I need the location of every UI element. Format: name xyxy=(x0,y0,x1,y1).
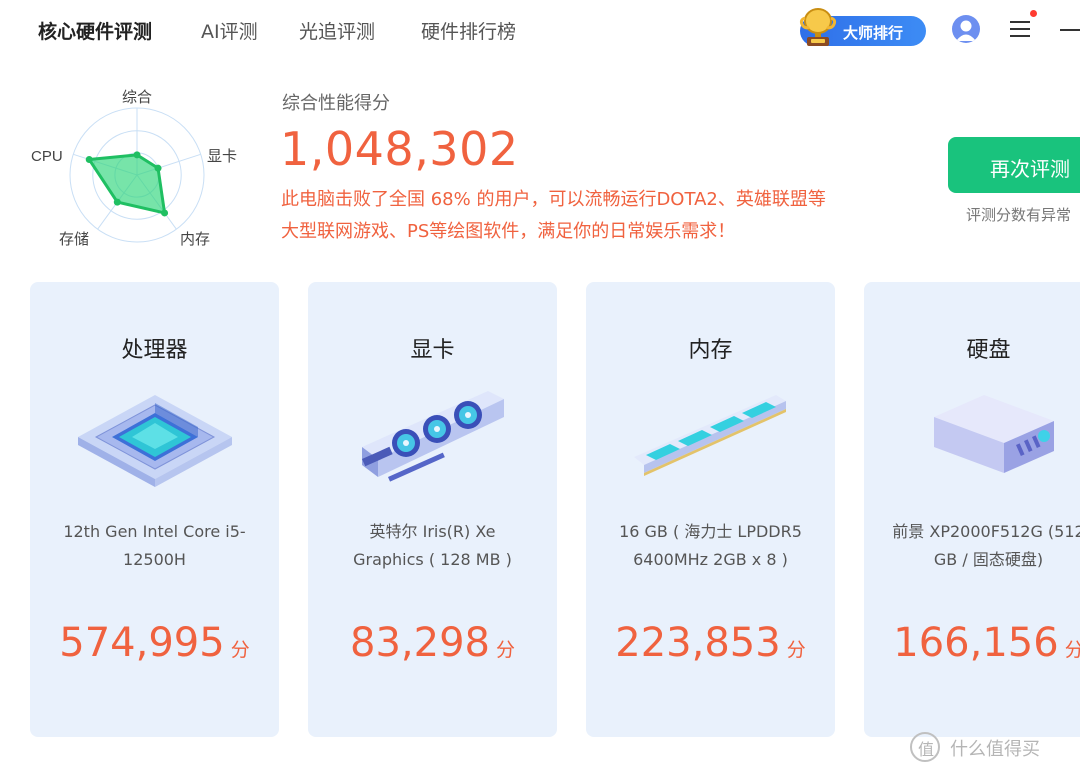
card-score-value: 166,156 xyxy=(893,620,1059,666)
notification-dot-icon xyxy=(1030,10,1037,17)
card-title: 处理器 xyxy=(121,338,188,363)
card-description-line-1: 12th Gen Intel Core i5- xyxy=(63,522,246,541)
tab-hardware-ranking[interactable]: 硬件排行榜 xyxy=(421,17,516,44)
user-avatar-icon[interactable] xyxy=(952,15,980,43)
radar-label-overall: 综合 xyxy=(122,89,152,106)
card-description: 英特尔 Iris(R) Xe Graphics ( 128 MB ) xyxy=(328,518,537,574)
card-score: 83,298 分 xyxy=(308,620,557,666)
radar-point-3 xyxy=(113,198,121,206)
card-score-value: 223,853 xyxy=(615,620,781,666)
retest-button-label: 再次评测 xyxy=(990,157,1070,181)
radar-point-2 xyxy=(161,209,169,217)
card-score: 574,995 分 xyxy=(30,620,279,666)
radar-label-gpu: 显卡 xyxy=(207,148,237,165)
card-description: 16 GB ( 海力士 LPDDR5 6400MHz 2GB x 8 ) xyxy=(606,518,815,574)
hamburger-menu-icon[interactable] xyxy=(1010,20,1032,38)
tab-ai-test[interactable]: AI评测 xyxy=(201,17,258,44)
master-ranking-label: 大师排行 xyxy=(843,24,904,42)
master-ranking-button[interactable]: 大师排行 xyxy=(799,8,926,46)
watermark-text: 什么值得买 xyxy=(950,739,1040,760)
watermark-logo-icon: 值 xyxy=(910,732,940,762)
performance-radar-chart: 综合 显卡 内存 存储 CPU xyxy=(31,89,237,248)
cpu-chip-icon xyxy=(78,395,232,487)
radar-value-area xyxy=(86,153,167,215)
radar-point-1 xyxy=(154,164,162,172)
graphics-card-icon xyxy=(361,391,504,482)
card-description-line-2: Graphics ( 128 MB ) xyxy=(353,550,512,569)
card-description-line-2: GB / 固态硬盘) xyxy=(933,550,1044,569)
card-score-value: 574,995 xyxy=(59,620,225,666)
tab-ray-tracing[interactable]: 光追评测 xyxy=(299,17,375,44)
card-storage[interactable]: 硬盘 前景 XP2000F512G (512 GB / 固态硬盘) 166,15… xyxy=(864,282,1080,737)
card-title: 硬盘 xyxy=(966,338,1011,363)
card-cpu[interactable]: 处理器 12th Gen Intel Core i5- 12500H 574,9… xyxy=(30,282,279,737)
score-anomaly-link[interactable]: 评测分数有异常 xyxy=(966,204,1071,225)
card-description-line-1: 16 GB ( 海力士 LPDDR5 xyxy=(619,522,802,541)
card-score-unit: 分 xyxy=(786,639,806,661)
radar-point-4 xyxy=(85,155,93,163)
minimize-icon[interactable] xyxy=(1060,29,1080,31)
card-description-line-2: 6400MHz 2GB x 8 ) xyxy=(633,550,788,569)
score-description: 此电脑击败了全国 68% 的用户，可以流畅运行DOTA2、英雄联盟等 大型联网游… xyxy=(281,184,901,248)
card-score: 223,853 分 xyxy=(586,620,835,666)
card-score-unit: 分 xyxy=(495,639,515,661)
card-description-line-1: 英特尔 Iris(R) Xe xyxy=(369,522,496,541)
radar-label-cpu: CPU xyxy=(31,148,63,165)
card-score: 166,156 分 xyxy=(864,620,1080,666)
card-gpu[interactable]: 显卡 英特尔 Iris(R) Xe Graphics ( 128 MB ) 83… xyxy=(308,282,557,737)
card-description-line-1: 前景 XP2000F512G (512 xyxy=(892,522,1080,541)
radar-point-0 xyxy=(133,151,141,159)
hard-drive-icon xyxy=(934,395,1054,473)
card-title: 内存 xyxy=(688,338,733,363)
card-description-line-2: 12500H xyxy=(123,550,186,569)
overall-score-label: 综合性能得分 xyxy=(282,93,390,114)
radar-label-storage: 存储 xyxy=(59,231,89,248)
tab-core-hardware[interactable]: 核心硬件评测 xyxy=(38,17,152,44)
top-nav: 核心硬件评测 AI评测 光追评测 硬件排行榜 大师排行 xyxy=(0,0,1080,62)
overall-score-value: 1,048,302 xyxy=(280,122,519,176)
score-description-line-1: 此电脑击败了全国 68% 的用户，可以流畅运行DOTA2、英雄联盟等 xyxy=(281,189,826,210)
card-score-unit: 分 xyxy=(1064,639,1080,661)
card-memory[interactable]: 内存 16 GB ( 海力士 LPDDR5 6400MHz 2GB x 8 ) … xyxy=(586,282,835,737)
retest-button[interactable]: 再次评测 xyxy=(948,137,1080,193)
card-score-value: 83,298 xyxy=(350,620,490,666)
card-score-unit: 分 xyxy=(230,639,250,661)
radar-label-memory: 内存 xyxy=(180,231,210,248)
memory-module-icon xyxy=(634,395,786,476)
card-description: 前景 XP2000F512G (512 GB / 固态硬盘) xyxy=(884,518,1080,574)
trophy-icon xyxy=(799,8,837,46)
card-description: 12th Gen Intel Core i5- 12500H xyxy=(50,518,259,574)
card-title: 显卡 xyxy=(410,338,455,363)
watermark-logo-char: 值 xyxy=(918,740,935,759)
score-description-line-2: 大型联网游戏、PS等绘图软件，满足你的日常娱乐需求！ xyxy=(281,221,736,242)
